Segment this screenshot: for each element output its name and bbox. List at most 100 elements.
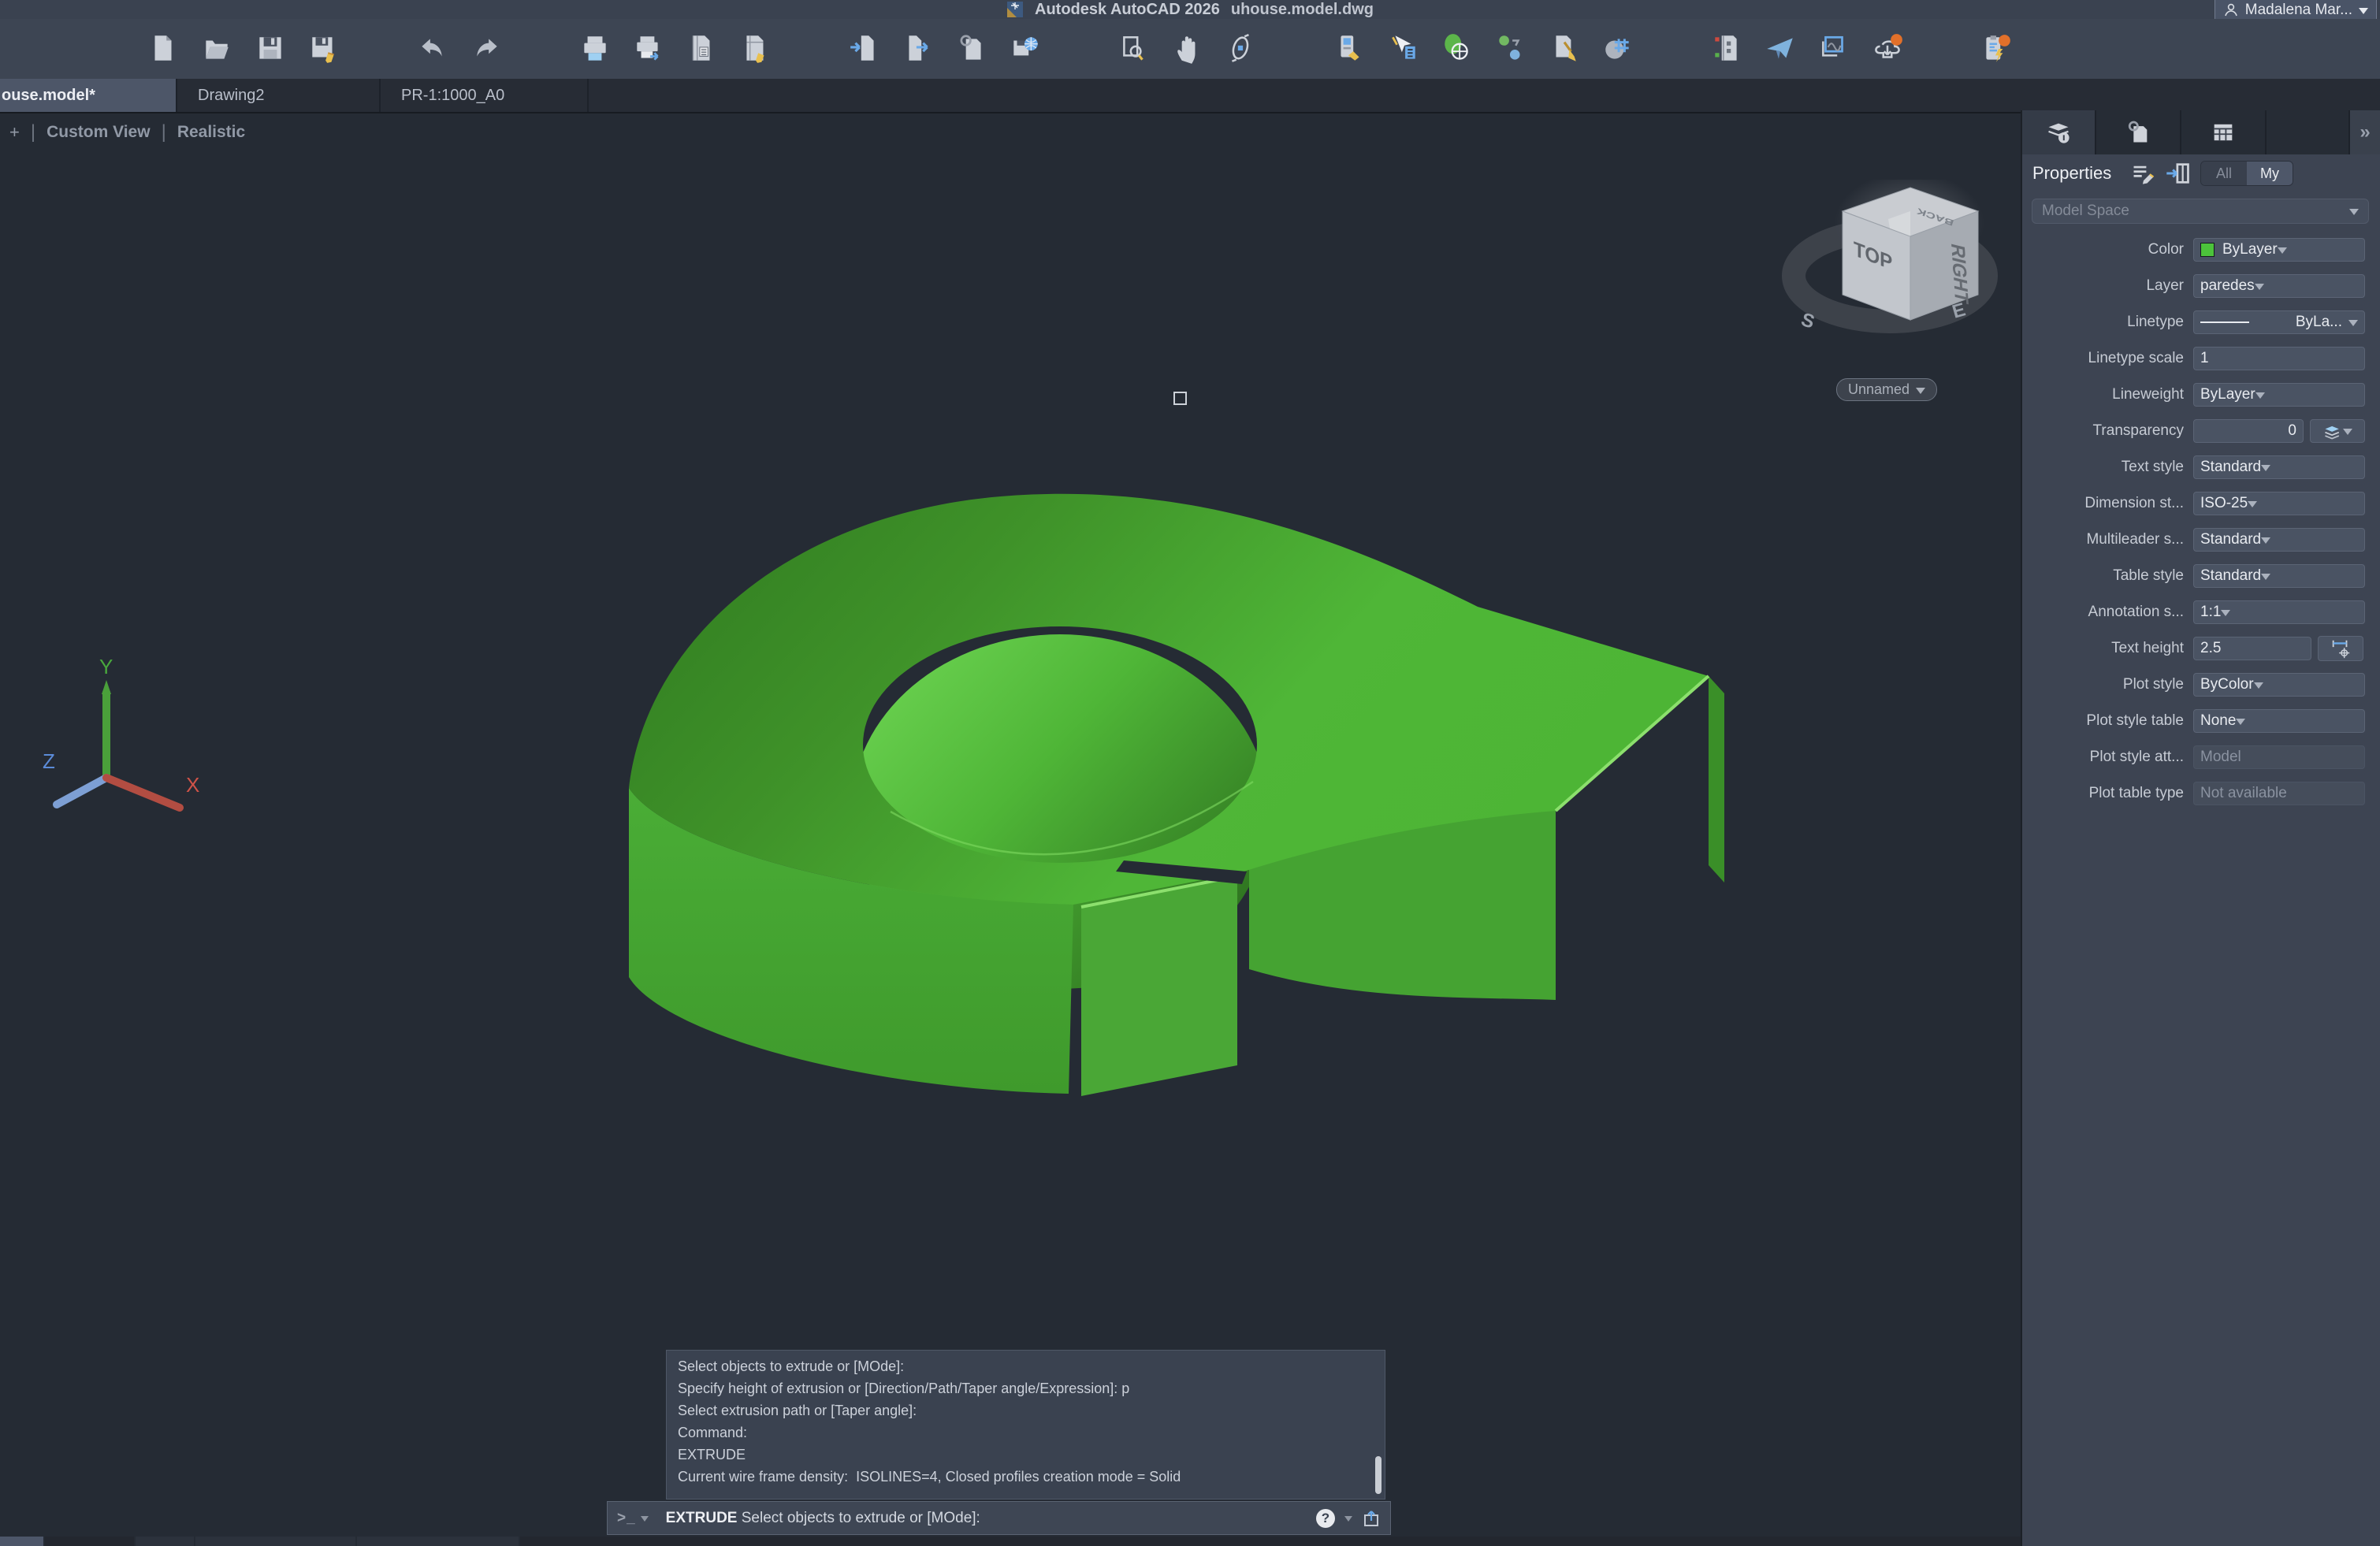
file-tab-drawing2[interactable]: Drawing2: [177, 79, 381, 112]
panel-title: Properties: [2032, 163, 2111, 184]
group-edit-icon[interactable]: [1441, 32, 1474, 65]
transparency-bylayer-button[interactable]: [2310, 419, 2365, 443]
user-account-button[interactable]: Madalena Mar...: [2215, 0, 2377, 21]
file-tab-ouse-model-[interactable]: ouse.model*: [0, 79, 177, 112]
property-value-select[interactable]: None: [2193, 709, 2365, 733]
viewport-view-menu[interactable]: Custom View: [46, 123, 150, 142]
property-row: Linetype scale1: [2022, 347, 2380, 370]
property-value-select[interactable]: 1:1: [2193, 600, 2365, 624]
export-icon[interactable]: [902, 32, 935, 65]
property-label: Lineweight: [2022, 386, 2193, 403]
property-value-select[interactable]: ISO-25: [2193, 492, 2365, 515]
orbit-icon[interactable]: [1225, 32, 1258, 65]
new-file-icon[interactable]: [147, 32, 180, 65]
point-convert-icon[interactable]: [1494, 32, 1527, 65]
plot-preview-icon[interactable]: [632, 32, 665, 65]
status-bar-segment[interactable]: [45, 1537, 134, 1546]
property-value-select[interactable]: Standard: [2193, 455, 2365, 479]
status-bar-segment[interactable]: [195, 1537, 355, 1546]
zoom-window-icon[interactable]: [1117, 32, 1151, 65]
palette-expand-button[interactable]: »: [2348, 110, 2380, 154]
status-bar-segment[interactable]: [136, 1537, 194, 1546]
viewport-style-menu[interactable]: Realistic: [177, 123, 245, 142]
property-label: Plot table type: [2022, 785, 2193, 802]
app-title: Autodesk AutoCAD 2026: [1035, 1, 1220, 19]
property-value-select[interactable]: Standard: [2193, 528, 2365, 552]
command-prompt-icon[interactable]: >_: [617, 1510, 636, 1527]
tab-properties[interactable]: [2022, 110, 2096, 154]
toolbar-group: [1980, 32, 2013, 65]
filter-all-button[interactable]: All: [2201, 162, 2247, 185]
cloud-import-icon[interactable]: [1871, 32, 1904, 65]
property-value-select[interactable]: ByColor: [2193, 673, 2365, 697]
plot-edit-icon[interactable]: [739, 32, 772, 65]
quick-access-toolbar: [0, 19, 2380, 79]
pan-icon[interactable]: [1171, 32, 1204, 65]
status-bar-segment[interactable]: [357, 1537, 519, 1546]
tab-attachments[interactable]: [2096, 110, 2181, 154]
measure-icon: [2330, 637, 2352, 660]
redo-icon[interactable]: [470, 32, 503, 65]
chevron-down-icon: [2359, 8, 2368, 19]
layer-compare-icon[interactable]: [1710, 32, 1743, 65]
extruded-solid-model[interactable]: [623, 473, 1726, 1103]
undo-icon[interactable]: [416, 32, 449, 65]
chevron-down-icon: [2349, 209, 2359, 220]
chevron-down-icon[interactable]: [1344, 1516, 1352, 1526]
property-label: Color: [2022, 241, 2193, 258]
active-command: EXTRUDE: [666, 1510, 738, 1526]
model-viewport[interactable]: + | Custom View | Realistic Y Z X: [0, 113, 2021, 1537]
save-as-icon[interactable]: [307, 32, 340, 65]
toolbar-group: [1710, 32, 1904, 65]
command-prompt-text[interactable]: EXTRUDE Select objects to extrude or [MO…: [666, 1510, 980, 1527]
import-icon[interactable]: [848, 32, 881, 65]
status-bar-segment[interactable]: [0, 1537, 43, 1546]
open-folder-icon[interactable]: [200, 32, 233, 65]
pick-text-height-button[interactable]: [2318, 636, 2363, 661]
property-label: Plot style table: [2022, 712, 2193, 730]
attach-icon[interactable]: [955, 32, 988, 65]
point-cloud-icon[interactable]: [1601, 32, 1634, 65]
render-window-icon[interactable]: [1817, 32, 1850, 65]
share-icon[interactable]: [1764, 32, 1797, 65]
clean-icon[interactable]: [1548, 32, 1581, 65]
ucs-z-label: Z: [43, 749, 55, 773]
macro-recorder-icon[interactable]: [1980, 32, 2013, 65]
page-setup-icon[interactable]: [686, 32, 719, 65]
named-view-dropdown[interactable]: Unnamed: [1836, 378, 1937, 401]
property-value-color[interactable]: ByLayer: [2193, 238, 2365, 262]
customize-list-icon[interactable]: [2130, 160, 2157, 187]
tool-palettes-icon[interactable]: [1333, 32, 1367, 65]
property-value-select[interactable]: paredes: [2193, 274, 2365, 298]
web-save-icon[interactable]: [1009, 32, 1042, 65]
property-row: Multileader s...Standard: [2022, 528, 2380, 552]
command-history[interactable]: Select objects to extrude or [MOde]:Spec…: [666, 1350, 1385, 1500]
help-icon[interactable]: ?: [1316, 1509, 1335, 1528]
save-icon[interactable]: [254, 32, 287, 65]
command-line[interactable]: >_ EXTRUDE Select objects to extrude or …: [607, 1501, 1391, 1535]
tab-sheet-set[interactable]: [2181, 110, 2267, 154]
filter-my-button[interactable]: My: [2247, 162, 2293, 185]
selection-type-dropdown[interactable]: Model Space: [2032, 199, 2369, 224]
property-row: Transparency0: [2022, 419, 2380, 443]
property-value-transparency[interactable]: 0: [2193, 419, 2304, 443]
autocad-window: Autodesk AutoCAD 2026 uhouse.model.dwg M…: [0, 0, 2380, 1546]
share-icon[interactable]: [1362, 1509, 1381, 1528]
property-label: Linetype scale: [2022, 350, 2193, 367]
scrollbar-thumb[interactable]: [1375, 1456, 1382, 1494]
viewcube-cube[interactable]: TOP RIGHT BACK: [1843, 188, 1978, 320]
file-tab-pr-1-1000-a0[interactable]: PR-1:1000_A0: [381, 79, 589, 112]
property-value-select[interactable]: Standard: [2193, 564, 2365, 588]
command-history-line: Command:: [678, 1422, 1385, 1444]
chevron-down-icon[interactable]: [641, 1516, 649, 1526]
property-value-select[interactable]: ByLayer: [2193, 383, 2365, 407]
plot-icon[interactable]: [578, 32, 612, 65]
property-value-input[interactable]: 1: [2193, 347, 2365, 370]
property-value-readonly: Model: [2193, 745, 2365, 769]
quick-select-icon[interactable]: [1387, 32, 1420, 65]
collapse-panel-icon[interactable]: [2165, 160, 2192, 187]
viewport-add-button[interactable]: +: [9, 122, 20, 143]
property-value-line[interactable]: ByLa...: [2193, 310, 2365, 334]
property-value-measure[interactable]: 2.5: [2193, 637, 2311, 660]
toolbar-group: [578, 32, 772, 65]
